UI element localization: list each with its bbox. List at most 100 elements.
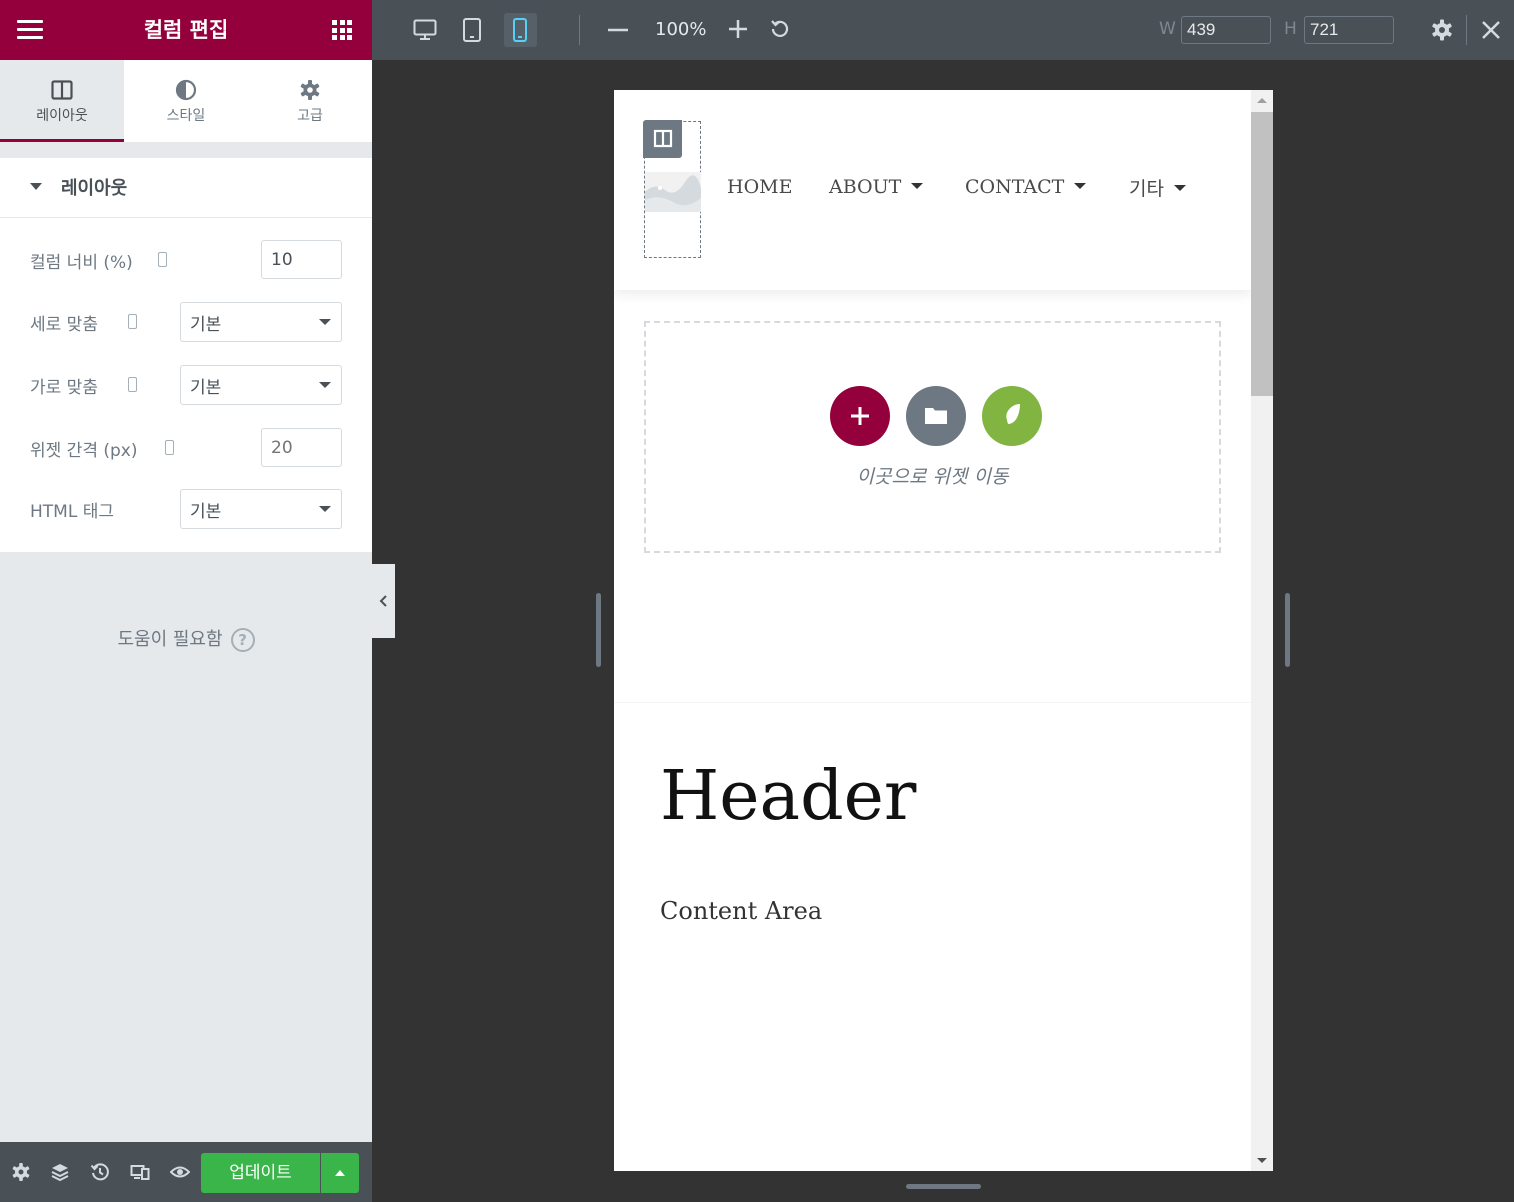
select-value: 기본 — [190, 502, 222, 522]
height-input[interactable] — [1304, 16, 1394, 44]
mobile-icon[interactable] — [128, 314, 137, 329]
section-title: 레이아웃 — [61, 178, 128, 199]
chevron-left-icon — [379, 595, 387, 607]
nav-item-etc[interactable]: 기타 — [1129, 174, 1186, 201]
horizontal-align-control: 가로 맞춤 기본 — [0, 365, 372, 405]
toolbar-divider — [579, 15, 580, 45]
tablet-icon[interactable] — [462, 17, 482, 43]
tab-label: 레이아웃 — [36, 108, 88, 124]
widget-gap-input[interactable] — [261, 428, 342, 467]
panel-footer: 업데이트 — [0, 1142, 372, 1202]
settings-icon[interactable] — [11, 1162, 31, 1182]
update-options-button[interactable] — [321, 1153, 359, 1193]
zoom-level: 100% — [655, 19, 707, 40]
caret-down-icon — [30, 183, 42, 190]
scrollbar-thumb[interactable] — [1251, 112, 1273, 396]
envato-kit-button[interactable] — [982, 386, 1042, 446]
chevron-down-icon — [319, 382, 331, 388]
eye-icon[interactable] — [170, 1162, 190, 1182]
settings-icon[interactable] — [1430, 18, 1454, 42]
section-toggle[interactable]: 레이아웃 — [0, 158, 372, 218]
control-label: 가로 맞춤 — [30, 378, 98, 398]
nav-label: HOME — [727, 176, 793, 198]
preview-scrollbar[interactable] — [1251, 90, 1273, 1171]
control-label: 세로 맞춤 — [30, 315, 98, 335]
add-section-button[interactable] — [830, 386, 890, 446]
tab-layout[interactable]: 레이아웃 — [0, 60, 124, 142]
nav-item-about[interactable]: ABOUT — [829, 176, 924, 198]
update-button[interactable]: 업데이트 — [201, 1153, 320, 1193]
nav-item-home[interactable]: HOME — [727, 176, 792, 198]
scroll-down-icon[interactable] — [1257, 1158, 1267, 1163]
width-input[interactable] — [1181, 16, 1271, 44]
image-placeholder-icon[interactable] — [645, 172, 701, 212]
height-label: H — [1284, 19, 1297, 39]
column-edit-handle[interactable] — [643, 120, 682, 158]
column-width-input[interactable] — [261, 240, 342, 279]
editor-panel: 컬럼 편집 레이아웃 스타일 고급 레이아웃 컬럼 너비 (%) 10 세로 맞… — [0, 0, 372, 1202]
caret-down-icon — [1173, 185, 1186, 191]
add-template-button[interactable] — [906, 386, 966, 446]
tab-label: 고급 — [297, 108, 323, 124]
tab-label: 스타일 — [166, 108, 206, 124]
caret-down-icon — [1074, 183, 1087, 189]
collapse-panel-button[interactable] — [372, 564, 395, 638]
vertical-align-control: 세로 맞춤 기본 — [0, 302, 372, 342]
close-icon[interactable] — [1481, 20, 1501, 40]
select-value: 기본 — [190, 315, 222, 335]
help-link[interactable]: 도움이 필요함? — [0, 625, 372, 652]
width-label: W — [1159, 19, 1176, 39]
desktop-icon[interactable] — [413, 18, 437, 42]
chevron-down-icon — [319, 506, 331, 512]
plus-icon — [851, 407, 869, 425]
mobile-icon[interactable] — [128, 377, 137, 392]
widget-gap-control: 위젯 간격 (px) — [0, 428, 372, 468]
nav-label: CONTACT — [965, 176, 1065, 198]
panel-tabs: 레이아웃 스타일 고급 — [0, 60, 372, 143]
reset-icon[interactable] — [770, 19, 790, 39]
control-label: 위젯 간격 (px) — [30, 441, 138, 461]
select-value: 기본 — [190, 378, 222, 398]
columns-icon — [51, 80, 73, 100]
resize-handle-left[interactable] — [596, 593, 601, 667]
control-label: 컬럼 너비 (%) — [30, 253, 133, 273]
tab-advanced[interactable]: 고급 — [248, 60, 372, 142]
nav-section: HOME ABOUT CONTACT 기타 — [614, 90, 1251, 290]
question-circle-icon: ? — [230, 628, 255, 652]
nav-item-contact[interactable]: CONTACT — [965, 176, 1087, 198]
chevron-down-icon — [319, 319, 331, 325]
layers-icon[interactable] — [50, 1162, 70, 1182]
toolbar-divider — [1466, 15, 1467, 45]
resize-handle-bottom[interactable] — [906, 1184, 981, 1189]
zoom-out-icon[interactable] — [607, 20, 629, 40]
help-label: 도움이 필요함 — [117, 629, 223, 650]
columns-icon — [653, 129, 673, 148]
horizontal-align-select[interactable]: 기본 — [180, 365, 342, 405]
widget-drop-area[interactable]: 이곳으로 위젯 이동 — [644, 321, 1221, 553]
widgets-grid-icon[interactable] — [332, 20, 352, 40]
mobile-icon[interactable] — [158, 252, 167, 267]
contrast-icon — [175, 79, 197, 101]
history-icon[interactable] — [90, 1162, 110, 1182]
vertical-align-select[interactable]: 기본 — [180, 302, 342, 342]
drop-hint: 이곳으로 위젯 이동 — [856, 466, 1009, 488]
mobile-preview-frame: HOME ABOUT CONTACT 기타 이곳으로 위젯 이동 Header … — [614, 90, 1273, 1171]
mobile-icon[interactable] — [512, 17, 528, 43]
scroll-up-icon[interactable] — [1257, 98, 1267, 103]
control-label: HTML 태그 — [30, 502, 114, 522]
tab-style[interactable]: 스타일 — [124, 60, 248, 142]
zoom-in-icon[interactable] — [728, 19, 748, 39]
content-section: Header Content Area — [614, 702, 1251, 1171]
mobile-icon[interactable] — [165, 440, 174, 455]
responsive-icon[interactable] — [130, 1162, 150, 1182]
gear-icon — [300, 80, 320, 100]
nav-label: ABOUT — [829, 176, 902, 198]
column-width-control: 컬럼 너비 (%) — [0, 240, 372, 280]
nav-label: 기타 — [1129, 178, 1164, 200]
responsive-toolbar: 100% W H — [372, 0, 1514, 60]
folder-icon — [925, 408, 947, 424]
resize-handle-right[interactable] — [1285, 593, 1290, 667]
caret-up-icon — [335, 1170, 345, 1176]
caret-down-icon — [911, 183, 924, 189]
html-tag-select[interactable]: 기본 — [180, 489, 342, 529]
